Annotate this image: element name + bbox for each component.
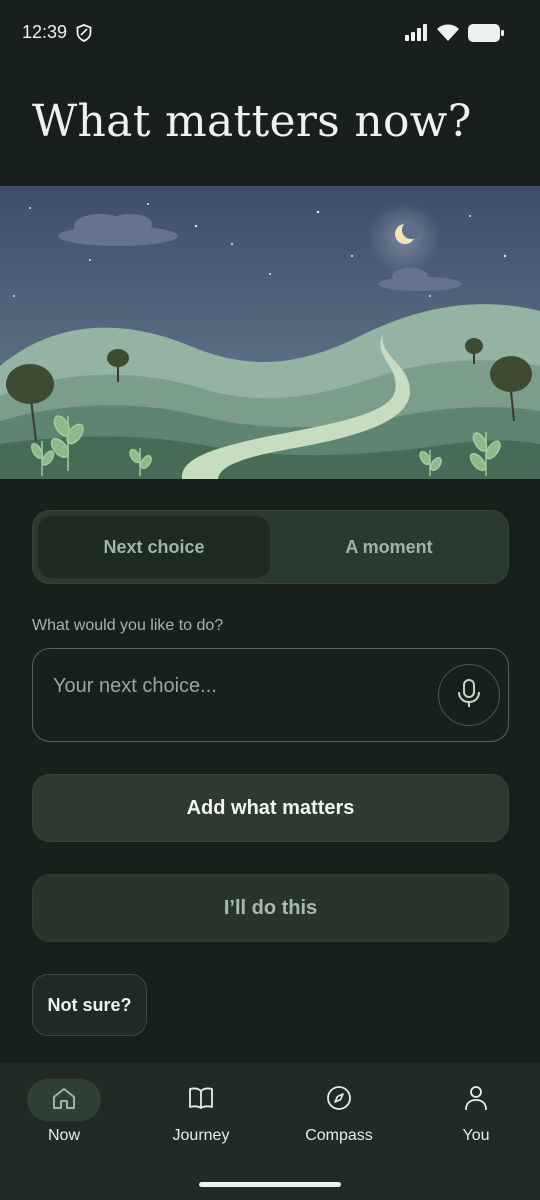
tab-a-moment[interactable]: A moment <box>273 516 505 578</box>
book-icon <box>188 1086 214 1115</box>
nav-item-journey[interactable]: Journey <box>141 1079 261 1169</box>
bottom-navigation: Now Journey Compass You <box>0 1063 540 1200</box>
page-title: What matters now? <box>32 96 472 147</box>
not-sure-button[interactable]: Not sure? <box>32 974 147 1036</box>
signal-icon <box>404 24 428 47</box>
nav-item-now[interactable]: Now <box>4 1079 124 1169</box>
mode-segmented-control: Next choice A moment <box>32 510 509 584</box>
shield-icon <box>76 24 92 47</box>
microphone-icon <box>457 678 481 713</box>
status-time: 12:39 <box>22 22 68 42</box>
add-what-matters-button[interactable]: Add what matters <box>32 774 509 842</box>
status-bar: 12:39 <box>0 0 540 66</box>
choice-input[interactable] <box>53 671 433 701</box>
battery-icon <box>468 24 504 47</box>
tab-next-choice[interactable]: Next choice <box>38 516 270 578</box>
nav-label-journey: Journey <box>172 1127 230 1144</box>
nav-item-you[interactable]: You <box>416 1079 536 1169</box>
home-indicator[interactable] <box>199 1182 341 1187</box>
nav-label-you: You <box>462 1127 490 1144</box>
nav-label-compass: Compass <box>305 1127 373 1144</box>
nav-item-compass[interactable]: Compass <box>279 1079 399 1169</box>
choice-input-box <box>32 648 509 742</box>
person-icon <box>464 1085 488 1116</box>
microphone-button[interactable] <box>438 664 500 726</box>
compass-icon <box>326 1085 352 1116</box>
wifi-icon <box>436 24 460 47</box>
home-icon <box>51 1086 77 1115</box>
nav-label-now: Now <box>47 1127 80 1144</box>
input-prompt-label: What would you like to do? <box>32 617 224 634</box>
hero-illustration <box>0 186 540 479</box>
ill-do-this-button[interactable]: I’ll do this <box>32 874 509 942</box>
